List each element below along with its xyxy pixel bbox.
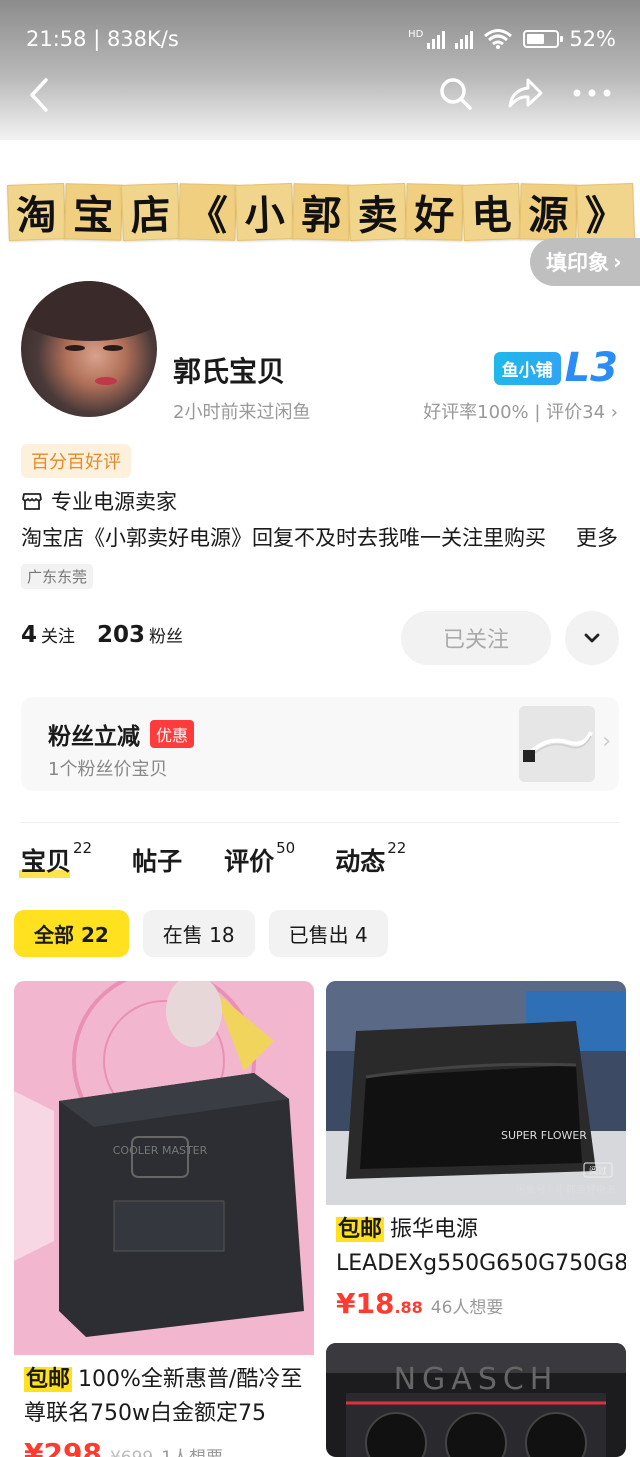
banner-char: 小: [234, 183, 294, 241]
seller-tag: 专业电源卖家: [21, 486, 177, 516]
more-options-icon[interactable]: [572, 88, 612, 98]
banner-char: 宝: [64, 183, 123, 241]
good-review-badge: 百分百好评: [21, 444, 131, 478]
seller-tag-text: 专业电源卖家: [51, 490, 177, 514]
status-bar: 21:58 | 838K/s HD 52%: [0, 22, 640, 58]
chevron-right-icon: ›: [610, 402, 618, 423]
battery-percent: 52%: [569, 27, 616, 51]
price-row: ¥18.88 46人想要: [336, 1287, 503, 1320]
top-nav: [0, 68, 640, 122]
banner-char: 店: [120, 183, 180, 241]
product-image: SUPER FLOWER 闲鱼号：小郭卖好电源 阅过: [326, 981, 626, 1205]
rating-summary[interactable]: 好评率100% | 评价34 ›: [423, 398, 618, 424]
watermark-text: 闲鱼号：小郭卖好电源: [516, 1183, 616, 1196]
banner-char: 好: [405, 183, 464, 241]
level-label: L3: [564, 345, 618, 391]
banner-char: 《: [177, 183, 237, 241]
wifi-icon: [484, 29, 513, 49]
chevron-right-icon: ›: [602, 729, 611, 754]
banner-char: 卖: [348, 183, 408, 241]
chip-sold[interactable]: 已售出 4: [268, 910, 388, 957]
promo-title: 粉丝立减: [48, 724, 140, 750]
search-icon[interactable]: [438, 76, 474, 112]
product-title: 包邮 100%全新惠普/酷冷至尊联名750w白金额定75: [24, 1363, 314, 1431]
free-shipping-tag: 包邮: [336, 1217, 385, 1242]
promo-subtitle: 1个粉丝价宝贝: [48, 759, 168, 780]
back-arrow-icon[interactable]: [26, 76, 52, 114]
chevron-down-icon: [584, 633, 600, 643]
banner-char: 郭: [291, 183, 351, 241]
price: ¥298: [24, 1437, 102, 1457]
promo-tag: 优惠: [150, 720, 195, 748]
banner-char: 淘: [7, 183, 66, 241]
product-image: COOLER MASTER: [14, 981, 314, 1355]
shop-icon: [22, 493, 42, 510]
tab-posts[interactable]: 帖子: [132, 842, 184, 878]
tab-activity[interactable]: 动态 22: [335, 839, 406, 878]
product-title: 包邮 振华电源LEADEXg550G650G750G850: [336, 1213, 626, 1281]
banner-char: 电: [462, 183, 522, 241]
more-dropdown-button[interactable]: [565, 611, 619, 665]
impression-button-label: 填印象: [546, 251, 609, 275]
product-card[interactable]: NGASCH: [326, 1343, 626, 1457]
shop-level[interactable]: 鱼小铺 L3: [493, 345, 618, 391]
banner-char: 》: [576, 183, 635, 241]
location-tag: 广东东莞: [21, 564, 94, 589]
price: ¥18.88: [336, 1287, 423, 1320]
banner-char: 源: [519, 183, 578, 241]
shop-banner: 淘 宝 店 《 小 郭 卖 好 电 源 》: [7, 183, 635, 241]
price-row: ¥298 ¥699 1人想要: [24, 1437, 223, 1457]
impression-button[interactable]: 填印象 ›: [530, 238, 640, 286]
wants-count: 1人想要: [161, 1443, 223, 1457]
following-stat[interactable]: 4 关注: [21, 622, 75, 648]
fans-stat[interactable]: 203 粉丝: [97, 622, 183, 648]
follow-button[interactable]: 已关注: [401, 611, 551, 665]
status-time: 21:58 | 838K/s: [26, 27, 179, 51]
promo-thumbnail: [519, 706, 595, 782]
tab-items[interactable]: 宝贝 22: [19, 839, 92, 878]
stats: 4 关注 203 粉丝: [21, 622, 183, 648]
chevron-right-icon: ›: [613, 250, 622, 274]
cell-signal-icon: HD: [408, 29, 446, 49]
rating-text: 好评率100% | 评价34: [423, 402, 606, 423]
battery-icon: [523, 30, 564, 48]
product-image: NGASCH: [326, 1343, 626, 1457]
bio-more-link[interactable]: 更多: [554, 522, 618, 552]
original-price: ¥699: [110, 1448, 153, 1457]
product-card[interactable]: COOLER MASTER 包邮 100%全新惠普/酷冷至尊联名750w白金额定7…: [14, 981, 314, 1457]
status-icons: HD 52%: [408, 27, 616, 51]
wants-count: 46人想要: [430, 1298, 504, 1318]
fan-discount-card[interactable]: 粉丝立减 优惠 1个粉丝价宝贝 ›: [21, 697, 619, 791]
tab-reviews[interactable]: 评价 50: [224, 839, 295, 878]
bio: 淘宝店《小郭卖好电源》回复不及时去我唯一关注里购买: [21, 526, 546, 550]
corner-tag: 阅过: [589, 1165, 607, 1177]
cell-signal-2-icon: [455, 29, 474, 49]
free-shipping-tag: 包邮: [24, 1367, 73, 1392]
product-card[interactable]: SUPER FLOWER 闲鱼号：小郭卖好电源 阅过 包邮 振华电源LEADEXg…: [326, 981, 626, 1331]
brand-text-2: SUPER FLOWER: [501, 1129, 587, 1142]
content-tabs: 宝贝 22 帖子 评价 50 动态 22: [19, 839, 406, 878]
promo-title-row: 粉丝立减 优惠: [48, 717, 195, 751]
user-name: 郭氏宝贝: [173, 355, 286, 388]
last-seen: 2小时前来过闲鱼: [173, 402, 311, 423]
filter-chips: 全部 22 在售 18 已售出 4: [14, 910, 388, 957]
brand-text-1: COOLER MASTER: [113, 1144, 208, 1157]
shop-badge: 鱼小铺: [493, 351, 561, 385]
avatar[interactable]: [21, 281, 157, 417]
divider: [21, 822, 619, 823]
watermark-text: NGASCH: [394, 1362, 559, 1397]
chip-on-sale[interactable]: 在售 18: [142, 910, 255, 957]
share-icon[interactable]: [506, 76, 544, 112]
chip-all[interactable]: 全部 22: [14, 910, 129, 957]
